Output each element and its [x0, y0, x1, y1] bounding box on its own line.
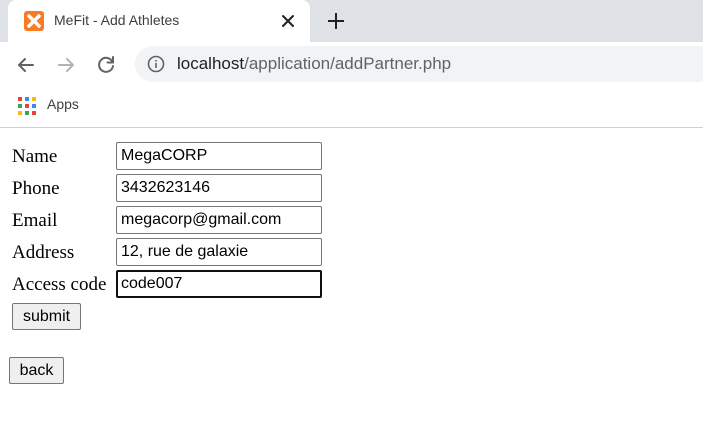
email-label: Email: [12, 210, 58, 231]
bookmarks-bar: Apps: [0, 88, 703, 128]
phone-label: Phone: [12, 178, 60, 199]
xampp-favicon-icon: [24, 11, 44, 31]
access-code-label: Access code: [12, 274, 107, 295]
access-code-input[interactable]: [116, 270, 322, 298]
new-tab-icon[interactable]: [325, 10, 347, 32]
address-bar[interactable]: localhost/application/addPartner.php: [135, 46, 703, 82]
url-path: /application/addPartner.php: [244, 54, 452, 73]
back-arrow-icon[interactable]: [14, 53, 38, 77]
address-label: Address: [12, 242, 75, 263]
submit-button[interactable]: submit: [12, 303, 81, 330]
name-label: Name: [12, 146, 58, 167]
tab-title: MeFit - Add Athletes: [54, 12, 180, 28]
forward-arrow-icon[interactable]: [54, 53, 78, 77]
close-tab-icon[interactable]: [278, 11, 298, 31]
email-input[interactable]: [116, 206, 322, 234]
tab-bar: MeFit - Add Athletes: [0, 0, 703, 42]
page-content: Name Phone Email Address Access code sub…: [0, 128, 703, 443]
phone-input[interactable]: [116, 174, 322, 202]
url-text: localhost/application/addPartner.php: [177, 54, 451, 74]
address-input[interactable]: [116, 238, 322, 266]
url-host: localhost: [177, 54, 245, 73]
apps-grid-icon[interactable]: [18, 97, 36, 115]
back-button[interactable]: back: [9, 357, 64, 384]
browser-toolbar: localhost/application/addPartner.php: [0, 42, 703, 88]
name-input[interactable]: [116, 142, 322, 170]
apps-bookmark[interactable]: Apps: [47, 96, 79, 112]
reload-icon[interactable]: [94, 53, 118, 77]
browser-tab[interactable]: MeFit - Add Athletes: [8, 0, 310, 42]
site-info-icon[interactable]: [147, 55, 165, 73]
